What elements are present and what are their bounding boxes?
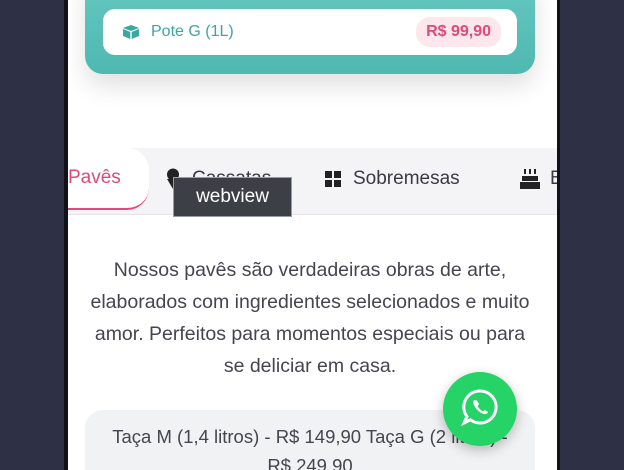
- tab-label: Sobremesas: [353, 168, 460, 189]
- birthday-cake-icon: [520, 168, 540, 190]
- category-description: Nossos pavês são verdadeiras obras de ar…: [90, 259, 530, 377]
- tab-label: Pavês: [68, 167, 121, 188]
- category-tabs: Pavês Cassatas Sobremesas: [68, 148, 557, 215]
- tab-paves[interactable]: Pavês: [68, 148, 149, 210]
- webview-tooltip: webview: [173, 177, 292, 217]
- box-icon: [121, 24, 141, 40]
- size-option-pote-g[interactable]: Pote G (1L) R$ 99,90: [103, 9, 517, 55]
- cookie-icon: [323, 169, 343, 189]
- whatsapp-button[interactable]: [443, 372, 517, 446]
- price-badge: R$ 99,90: [416, 17, 501, 47]
- tab-label: B: [550, 168, 557, 190]
- tab-bolos[interactable]: B: [520, 148, 557, 210]
- product-size-card: Pote G (1L) R$ 99,90: [85, 0, 535, 74]
- whatsapp-icon: [460, 388, 499, 431]
- tab-sobremesas[interactable]: Sobremesas: [323, 148, 460, 210]
- size-label: Pote G (1L): [151, 23, 234, 40]
